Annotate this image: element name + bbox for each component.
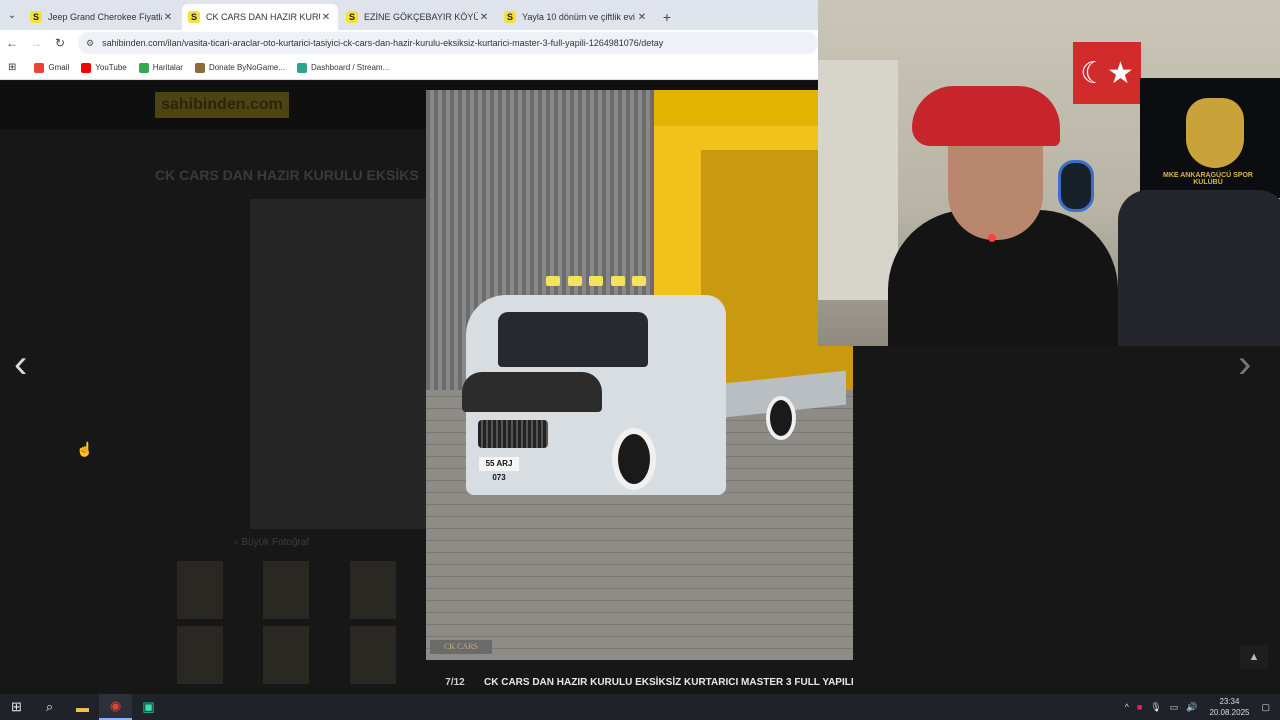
url-text: sahibinden.com/ilan/vasita-ticari-aracla… xyxy=(102,38,664,48)
rear-wheel xyxy=(766,396,796,440)
tray-chevron-icon[interactable]: ^ xyxy=(1125,702,1129,712)
ankaragucu-crest-icon xyxy=(1186,98,1244,168)
bookmark-donate[interactable]: Donate ByNoGame... xyxy=(194,62,285,73)
app-icon[interactable]: ▣ xyxy=(132,694,165,720)
bookmark-dashboard[interactable]: Dashboard / Stream... xyxy=(297,62,390,73)
bookmark-gmail[interactable]: Gmail xyxy=(34,62,70,73)
clock[interactable]: 23:34 20.08.2025 xyxy=(1209,696,1249,718)
hand-cursor-icon: ☝ xyxy=(76,441,94,457)
sahibinden-favicon-icon: S xyxy=(188,11,200,23)
hood-deflector xyxy=(462,372,602,412)
sahibinden-favicon-icon: S xyxy=(346,11,358,23)
tab-title: CK CARS DAN HAZIR KURULU EKSİ xyxy=(206,12,320,22)
windows-taskbar: ⊞ ⌕ ▬ ◉ ▣ ^ ■ 🎙 ▭ 🔊 23:34 20.08.2025 ▢ xyxy=(0,694,1280,720)
thumbnail[interactable] xyxy=(350,561,396,619)
bookmarks-bar: ⊞ Gmail YouTube Haritalar Donate ByNoGam… xyxy=(0,56,818,80)
tab-title: EZİNE GÖKÇEBAYIR KÖYÜ, DENİZ xyxy=(364,12,478,22)
search-icon[interactable]: ⌕ xyxy=(33,694,66,720)
system-tray: ^ ■ 🎙 ▭ 🔊 23:34 20.08.2025 ▢ xyxy=(1121,694,1280,720)
listing-title: CK CARS DAN HAZIR KURULU EKSİKS xyxy=(155,167,419,183)
file-explorer-icon[interactable]: ▬ xyxy=(66,694,99,720)
sahibinden-favicon-icon: S xyxy=(30,11,42,23)
grille xyxy=(478,420,548,448)
maps-icon xyxy=(138,62,149,73)
sahibinden-favicon-icon: S xyxy=(504,11,516,23)
tab-ezine[interactable]: S EZİNE GÖKÇEBAYIR KÖYÜ, DENİZ ✕ xyxy=(340,4,496,30)
close-tab-icon[interactable]: ✕ xyxy=(162,12,174,23)
thumbnail[interactable] xyxy=(177,561,223,619)
windshield xyxy=(498,312,648,367)
tray-app-icon[interactable]: ■ xyxy=(1137,702,1142,712)
bookmark-maps[interactable]: Haritalar xyxy=(138,62,183,73)
bookmark-label: Haritalar xyxy=(152,63,183,72)
site-logo[interactable]: sahibinden.com xyxy=(155,92,289,118)
tab-yayla[interactable]: S Yayla 10 dönüm ve çiftlik evi kelepi ✕ xyxy=(498,4,654,30)
youtube-icon xyxy=(81,62,92,73)
banner-text: MKE ANKARAGÜCÜ SPOR KULÜBÜ xyxy=(1163,172,1253,186)
photo-counter: 7/12 xyxy=(445,676,465,688)
bookmark-label: Dashboard / Stream... xyxy=(311,63,390,72)
browser-toolbar: ← → ↻ ⚙ sahibinden.com/ilan/vasita-ticar… xyxy=(0,30,818,56)
back-arrow-icon[interactable]: ← xyxy=(0,36,24,50)
tab-ck-cars[interactable]: S CK CARS DAN HAZIR KURULU EKSİ ✕ xyxy=(182,4,338,30)
gaming-chair xyxy=(1118,190,1280,346)
main-photo[interactable] xyxy=(250,199,426,529)
tab-title: Yayla 10 dönüm ve çiftlik evi kelepi xyxy=(522,12,636,22)
apps-grid-icon[interactable]: ⊞ xyxy=(8,62,16,73)
donate-icon xyxy=(194,62,205,73)
clock-time: 23:34 xyxy=(1219,697,1240,706)
gmail-icon xyxy=(34,62,45,73)
bookmark-label: YouTube xyxy=(95,63,127,72)
windows-start-icon[interactable]: ⊞ xyxy=(0,694,33,720)
bookmark-label: Gmail xyxy=(48,63,70,72)
ck-cars-watermark: CK CARS xyxy=(430,640,492,654)
thumbnail[interactable] xyxy=(350,626,396,684)
microphone-light xyxy=(988,234,996,242)
next-photo-arrow-icon[interactable]: › xyxy=(1238,342,1251,387)
roof-light-bar xyxy=(546,276,646,288)
red-cap xyxy=(912,86,1060,146)
reload-icon[interactable]: ↻ xyxy=(48,36,72,50)
notification-icon[interactable]: ▢ xyxy=(1261,702,1270,713)
forward-arrow-icon[interactable]: → xyxy=(24,36,48,50)
thumbnail[interactable] xyxy=(263,626,309,684)
headset-icon xyxy=(1058,160,1094,212)
caption-text: CK CARS DAN HAZIR KURULU EKSİKSİZ KURTAR… xyxy=(484,676,854,688)
chrome-icon[interactable]: ◉ xyxy=(99,694,132,720)
big-photo-link[interactable]: ⌕ Büyük Fotoğraf xyxy=(233,537,309,548)
site-info-icon[interactable]: ⚙ xyxy=(86,38,94,49)
tab-jeep[interactable]: S Jeep Grand Cherokee Fiyatları & Mo ✕ xyxy=(24,4,180,30)
microphone-icon[interactable]: 🎙 xyxy=(1150,702,1161,713)
thumbnail[interactable] xyxy=(263,561,309,619)
tab-search-chevron-icon[interactable]: ⌄ xyxy=(0,0,24,30)
close-tab-icon[interactable]: ✕ xyxy=(320,12,332,23)
network-icon[interactable]: ▭ xyxy=(1170,702,1179,713)
tab-title: Jeep Grand Cherokee Fiyatları & Mo xyxy=(48,12,162,22)
big-photo-label: Büyük Fotoğraf xyxy=(241,537,310,548)
previous-photo-arrow-icon[interactable]: ‹ xyxy=(14,342,27,387)
volume-icon[interactable]: 🔊 xyxy=(1186,702,1197,713)
window xyxy=(818,60,898,300)
browser-tab-strip: ⌄ S Jeep Grand Cherokee Fiyatları & Mo ✕… xyxy=(0,0,818,30)
turkish-flag: ☾★ xyxy=(1073,42,1141,104)
dashboard-icon xyxy=(297,62,307,73)
screen: ⌄ S Jeep Grand Cherokee Fiyatları & Mo ✕… xyxy=(0,0,1280,720)
bookmark-label: Donate ByNoGame... xyxy=(208,63,285,72)
bookmark-youtube[interactable]: YouTube xyxy=(81,62,127,73)
scroll-to-top-icon[interactable]: ▲ xyxy=(1240,645,1268,669)
new-tab-plus-icon[interactable]: + xyxy=(656,4,678,30)
address-bar[interactable]: ⚙ sahibinden.com/ilan/vasita-ticari-arac… xyxy=(78,32,818,54)
webcam-overlay: ☾★ MKE ANKARAGÜCÜ SPOR KULÜBÜ xyxy=(818,0,1280,346)
license-plate: 55 ARJ 073 xyxy=(479,457,519,482)
lightbox-caption: 7/12 CK CARS DAN HAZIR KURULU EKSİKSİZ K… xyxy=(426,674,866,690)
front-wheel xyxy=(612,428,656,490)
thumbnail[interactable] xyxy=(177,626,223,684)
clock-date: 20.08.2025 xyxy=(1209,708,1250,717)
lightbox-photo[interactable]: 55 ARJ 073 CK CARS xyxy=(426,90,853,660)
close-tab-icon[interactable]: ✕ xyxy=(478,12,490,23)
close-tab-icon[interactable]: ✕ xyxy=(636,12,648,23)
